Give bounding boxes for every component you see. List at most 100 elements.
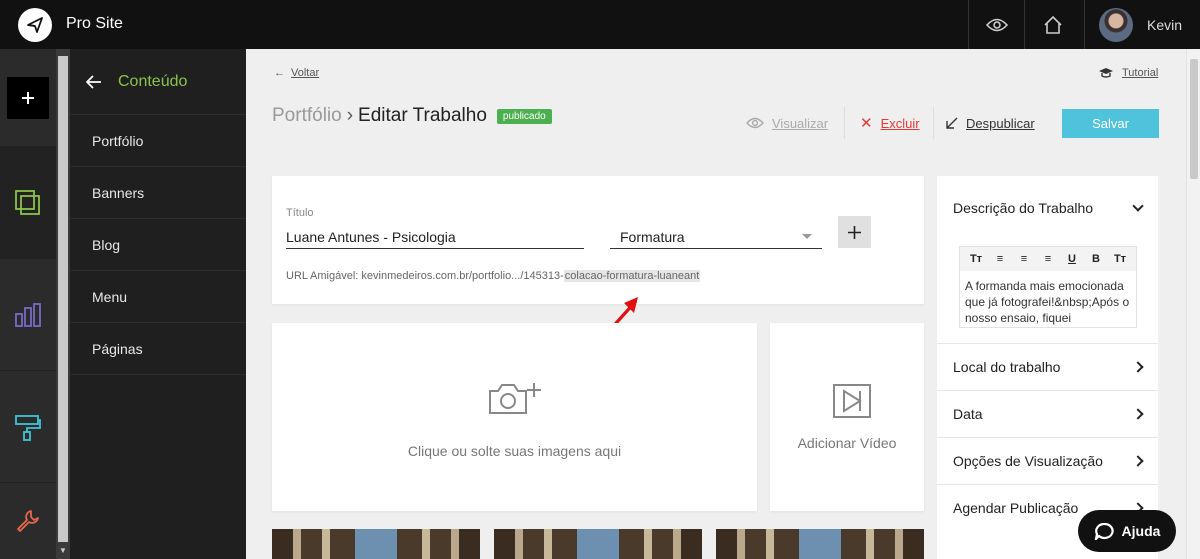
rail-stats-button[interactable] [0, 259, 56, 371]
tool-rail [0, 49, 56, 559]
paint-roller-icon [15, 414, 41, 441]
url-prefix: URL Amigável: kevinmedeiros.com.br/portf… [286, 270, 564, 282]
status-badge: publicado [496, 108, 552, 124]
title-input[interactable] [286, 225, 584, 249]
description-text[interactable]: A formanda mais emocionada que já fotogr… [960, 271, 1136, 333]
text-size-icon[interactable]: Tт [964, 253, 988, 265]
arrow-left-icon [86, 74, 101, 89]
eye-icon [985, 18, 1008, 31]
rail-design-button[interactable] [0, 371, 56, 483]
clear-format-icon[interactable]: Tт [1108, 253, 1132, 265]
top-bar: Pro Site Kevin [0, 0, 1200, 49]
category-select[interactable]: Formatura [610, 225, 822, 249]
tutorial-link[interactable]: Tutorial [1098, 67, 1158, 79]
divider [933, 107, 934, 139]
row-label: Local do trabalho [953, 359, 1061, 375]
rail-scroll-down-icon[interactable]: ▼ [58, 546, 68, 555]
user-menu[interactable]: Kevin [1084, 0, 1200, 49]
unpublish-label: Despublicar [966, 115, 1035, 131]
app-title: Pro Site [66, 15, 123, 32]
bold-icon[interactable]: B [1084, 253, 1108, 265]
portfolio-image-thumb[interactable] [716, 529, 924, 559]
category-value: Formatura [620, 228, 685, 245]
view-options-row[interactable]: Opções de Visualização [937, 437, 1158, 484]
add-video-button[interactable]: Adicionar Vídeo [770, 323, 924, 511]
save-button[interactable]: Salvar [1062, 109, 1159, 138]
help-button[interactable]: Ajuda [1078, 510, 1176, 552]
preview-site-button[interactable] [968, 0, 1024, 49]
help-label: Ajuda [1121, 523, 1161, 539]
page-scrollbar[interactable] [1186, 49, 1200, 559]
title-field-label: Título [286, 207, 314, 219]
content-nav: Conteúdo Portfólio Banners Blog Menu Pág… [70, 49, 246, 559]
chat-bubble-icon [1094, 522, 1114, 540]
nav-item-portfolio[interactable]: Portfólio [70, 115, 246, 167]
page-title: Editar Trabalho [358, 105, 487, 126]
row-label: Opções de Visualização [953, 453, 1103, 469]
plus-icon [22, 91, 34, 104]
back-link-label: Voltar [291, 67, 320, 79]
add-video-label: Adicionar Vídeo [797, 435, 897, 451]
align-center-icon[interactable]: ≡ [1012, 253, 1036, 265]
tutorial-label: Tutorial [1122, 67, 1159, 79]
portfolio-image-thumb[interactable] [272, 529, 480, 559]
location-row[interactable]: Local do trabalho [937, 343, 1158, 390]
breadcrumb-parent[interactable]: Portfólio [272, 105, 342, 127]
nav-item-blog[interactable]: Blog [70, 219, 246, 271]
date-row[interactable]: Data [937, 390, 1158, 437]
caret-down-icon [802, 234, 812, 239]
add-category-button[interactable] [838, 216, 871, 248]
wrench-icon [17, 510, 39, 532]
dropzone-label: Clique ou solte suas imagens aqui [407, 443, 622, 459]
url-slug[interactable]: colacao-formatura-luaneant [563, 270, 701, 282]
delete-button[interactable]: ✕ Excluir [860, 109, 920, 137]
rail-content-button[interactable] [0, 147, 56, 259]
divider [844, 107, 845, 139]
avatar [1099, 7, 1133, 42]
preview-button[interactable]: Visualizar [746, 109, 828, 137]
chart-icon [15, 302, 41, 327]
close-icon: ✕ [860, 115, 873, 132]
description-title: Descrição do Trabalho [953, 199, 1094, 216]
nav-item-label: Menu [92, 288, 128, 305]
nav-item-paginas[interactable]: Páginas [70, 323, 246, 375]
nav-item-label: Blog [92, 236, 121, 253]
nav-item-label: Portfólio [92, 132, 144, 149]
friendly-url: URL Amigável: kevinmedeiros.com.br/portf… [286, 270, 701, 282]
portfolio-image-thumb[interactable] [494, 529, 702, 559]
unpublish-button[interactable]: Despublicar [946, 109, 1035, 137]
editor-toolbar: Tт ≡ ≡ ≡ U B Tт [960, 247, 1136, 271]
breadcrumb: Portfólio › Editar Trabalho publicado [272, 105, 552, 127]
title-card: Título Formatura URL Amigável: kevinmede… [272, 176, 924, 304]
rail-settings-button[interactable] [0, 483, 56, 559]
arrow-left-icon: ← [274, 67, 285, 79]
image-dropzone[interactable]: Clique ou solte suas imagens aqui [272, 323, 757, 511]
video-icon [833, 384, 871, 418]
chevron-right-icon [1132, 408, 1144, 420]
nav-item-banners[interactable]: Banners [70, 167, 246, 219]
arrow-down-left-icon [946, 117, 958, 129]
row-label: Data [953, 406, 983, 422]
nav-back-button[interactable] [70, 74, 118, 89]
nav-header: Conteúdo [70, 49, 246, 115]
rail-scrollbar-thumb[interactable] [58, 56, 68, 542]
graduation-cap-icon [1099, 68, 1113, 78]
main-content: ← Voltar Tutorial Portfólio › Editar Tra… [246, 49, 1186, 559]
back-link[interactable]: ← Voltar [274, 67, 319, 79]
page-scrollbar-thumb[interactable] [1190, 59, 1198, 179]
chevron-down-icon [1132, 199, 1144, 212]
align-left-icon[interactable]: ≡ [988, 253, 1012, 265]
rail-add-button[interactable] [0, 49, 56, 147]
description-toggle[interactable]: Descrição do Trabalho [937, 184, 1158, 231]
nav-item-menu[interactable]: Menu [70, 271, 246, 323]
underline-icon[interactable]: U [1060, 253, 1084, 265]
user-name: Kevin [1147, 16, 1183, 33]
logo-icon[interactable] [18, 8, 52, 42]
description-editor[interactable]: Tт ≡ ≡ ≡ U B Tт A formanda mais emociona… [959, 246, 1137, 328]
align-justify-icon[interactable]: ≡ [1036, 253, 1060, 265]
side-panel: Descrição do Trabalho Tт ≡ ≡ ≡ U B Tт A … [937, 176, 1158, 559]
camera-plus-icon [489, 383, 541, 414]
eye-icon [746, 117, 764, 129]
home-button[interactable] [1024, 0, 1080, 49]
nav-item-label: Páginas [92, 340, 143, 357]
